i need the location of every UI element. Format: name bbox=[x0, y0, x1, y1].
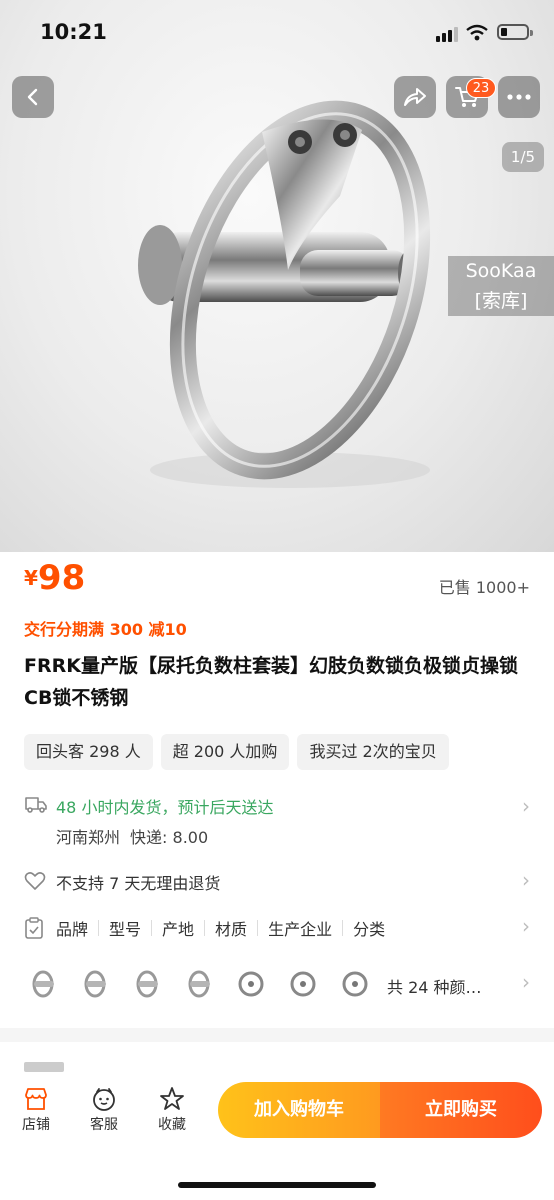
add-to-cart-button[interactable]: 加入购物车 bbox=[218, 1082, 380, 1138]
status-bar: 10:21 bbox=[0, 0, 554, 62]
variant-thumbnail[interactable] bbox=[180, 962, 219, 1001]
section-divider bbox=[0, 1028, 554, 1042]
currency-symbol: ¥ bbox=[24, 566, 38, 590]
variant-thumbnail[interactable] bbox=[76, 962, 115, 1001]
variant-thumbnail[interactable] bbox=[284, 962, 323, 1001]
attribute-origin: 产地 bbox=[162, 920, 195, 939]
clipboard-icon bbox=[25, 917, 43, 939]
next-section-peek bbox=[24, 1062, 64, 1072]
shipping-origin: 河南郑州 快递: 8.00 bbox=[56, 824, 208, 848]
chevron-right-icon: › bbox=[522, 868, 530, 892]
promo-text[interactable]: 交行分期满 300 减10 bbox=[24, 616, 187, 640]
service-label: 客服 bbox=[90, 1117, 118, 1133]
product-title: FRRK量产版【尿托负数柱套装】幻肢负数锁负极锁贞操锁CB锁不锈钢 bbox=[24, 655, 518, 709]
variant-thumbnails[interactable] bbox=[24, 962, 375, 1001]
star-icon bbox=[160, 1087, 184, 1110]
tag-added-to-cart[interactable]: 超 200 人加购 bbox=[160, 734, 290, 770]
watermark-brand-cn: [索库] bbox=[474, 290, 528, 312]
origin-location: 河南郑州 bbox=[56, 828, 121, 847]
chevron-left-icon bbox=[27, 88, 38, 106]
customer-service-button[interactable]: 客服 bbox=[74, 1086, 134, 1134]
watermark-brand: SooKaa bbox=[465, 260, 537, 282]
variant-thumbnail[interactable] bbox=[232, 962, 271, 1001]
returns-policy: 不支持 7 天无理由退货 bbox=[56, 874, 221, 893]
shop-label: 店铺 bbox=[22, 1117, 50, 1133]
attribute-manufacturer: 生产企业 bbox=[268, 920, 333, 939]
cart-count-badge: 23 bbox=[466, 78, 496, 98]
price: ¥98 bbox=[24, 558, 85, 598]
shop-icon bbox=[25, 1088, 47, 1110]
chevron-right-icon: › bbox=[522, 970, 530, 994]
share-icon bbox=[404, 88, 426, 106]
attributes-row[interactable]: 品牌 型号 产地 材质 生产企业 分类 › bbox=[24, 914, 530, 944]
wifi-icon bbox=[466, 24, 488, 41]
shipping-time: 48 小时内发货，预计后天送达 bbox=[56, 798, 274, 817]
truck-icon bbox=[25, 797, 47, 813]
variant-thumbnail[interactable] bbox=[24, 962, 63, 1001]
attribute-brand: 品牌 bbox=[56, 920, 89, 939]
attribute-category: 分类 bbox=[353, 920, 386, 939]
status-time: 10:21 bbox=[40, 20, 107, 44]
back-button[interactable] bbox=[12, 76, 54, 118]
favorite-label: 收藏 bbox=[158, 1117, 186, 1133]
tag-list: 回头客 298 人 超 200 人加购 我买过 2次的宝贝 bbox=[24, 734, 449, 770]
more-button[interactable] bbox=[498, 76, 540, 118]
watermark: SooKaa [索库] bbox=[448, 256, 554, 316]
signal-icon bbox=[436, 26, 458, 42]
tag-repeat-customers[interactable]: 回头客 298 人 bbox=[24, 734, 153, 770]
variant-thumbnail[interactable] bbox=[336, 962, 375, 1001]
chevron-right-icon: › bbox=[522, 794, 530, 818]
returns-row[interactable]: 不支持 7 天无理由退货 › bbox=[24, 868, 530, 898]
image-page-indicator: 1/5 bbox=[502, 142, 544, 172]
buy-now-button[interactable]: 立即购买 bbox=[380, 1082, 542, 1138]
shop-button[interactable]: 店铺 bbox=[6, 1086, 66, 1134]
tag-bought-before[interactable]: 我买过 2次的宝贝 bbox=[297, 734, 449, 770]
favorite-button[interactable]: 收藏 bbox=[142, 1086, 202, 1134]
variant-thumbnail[interactable] bbox=[128, 962, 167, 1001]
chevron-right-icon: › bbox=[522, 914, 530, 938]
service-icon bbox=[93, 1088, 115, 1111]
sold-count: 已售 1000+ bbox=[438, 578, 530, 597]
attribute-list: 品牌 型号 产地 材质 生产企业 分类 bbox=[56, 916, 385, 940]
product-image-gallery[interactable]: 23 1/5 SooKaa [索库] bbox=[0, 0, 554, 552]
attribute-model: 型号 bbox=[109, 920, 142, 939]
battery-icon bbox=[497, 24, 533, 40]
express-label: 快递: bbox=[130, 828, 168, 847]
price-value: 98 bbox=[37, 558, 86, 598]
shipping-row[interactable]: 48 小时内发货，预计后天送达 河南郑州 快递: 8.00 › bbox=[24, 790, 530, 850]
share-button[interactable] bbox=[394, 76, 436, 118]
home-indicator bbox=[178, 1182, 376, 1188]
heart-icon bbox=[24, 872, 46, 890]
attribute-material: 材质 bbox=[215, 920, 248, 939]
express-fee: 8.00 bbox=[172, 828, 209, 847]
more-dots-icon bbox=[507, 94, 531, 100]
variant-count[interactable]: 共 24 种颜… bbox=[387, 974, 482, 998]
